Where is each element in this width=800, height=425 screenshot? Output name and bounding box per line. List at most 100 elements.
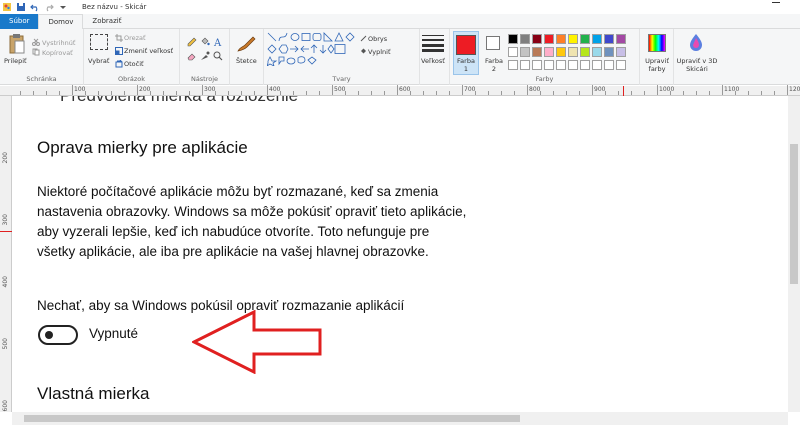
- tab-file[interactable]: Súbor: [0, 14, 39, 29]
- ruler-label: 600: [2, 400, 9, 412]
- paste-button[interactable]: Prilepiť: [4, 57, 27, 65]
- size-icon[interactable]: [422, 34, 448, 52]
- redo-icon[interactable]: [44, 2, 54, 12]
- ruler-minor-tick: [449, 91, 450, 95]
- palette-color-swatch[interactable]: [568, 34, 578, 44]
- palette-color-swatch[interactable]: [616, 34, 626, 44]
- paint3d-icon[interactable]: [688, 33, 704, 53]
- fill-bucket-icon[interactable]: [200, 37, 210, 47]
- tab-home[interactable]: Domov: [38, 14, 84, 29]
- horizontal-scrollbar[interactable]: [12, 412, 788, 425]
- select-icon[interactable]: [90, 34, 108, 50]
- ruler-minor-tick: [72, 91, 73, 95]
- rotate-button[interactable]: Otočiť: [124, 60, 144, 68]
- custom-color-slot[interactable]: [580, 60, 590, 70]
- palette-color-swatch[interactable]: [556, 47, 566, 57]
- ruler-minor-tick: [683, 91, 684, 95]
- red-arrow-annotation: [192, 310, 322, 374]
- image-group-label: Obrázok: [117, 75, 146, 83]
- custom-color-slot[interactable]: [616, 60, 626, 70]
- custom-color-slot[interactable]: [544, 60, 554, 70]
- svg-text:A: A: [213, 38, 222, 47]
- palette-color-swatch[interactable]: [544, 34, 554, 44]
- tab-view[interactable]: Zobraziť: [83, 14, 130, 29]
- ruler-label: 600: [399, 86, 411, 93]
- scissors-icon: [32, 38, 40, 46]
- resize-button[interactable]: Zmeniť veľkosť: [124, 47, 173, 55]
- custom-color-slot[interactable]: [508, 60, 518, 70]
- save-icon[interactable]: [16, 2, 26, 12]
- text-tool-icon[interactable]: A: [213, 37, 223, 47]
- size-button[interactable]: Veľkosť: [421, 57, 445, 65]
- minimize-icon[interactable]: [772, 2, 780, 3]
- color1-swatch[interactable]: [456, 35, 476, 55]
- shapes-gallery-icon[interactable]: [267, 32, 361, 66]
- ruler-minor-tick: [514, 91, 515, 95]
- palette-color-swatch[interactable]: [532, 34, 542, 44]
- ruler-minor-tick: [423, 91, 424, 95]
- paste-icon[interactable]: [8, 33, 26, 55]
- palette-color-swatch[interactable]: [532, 47, 542, 57]
- custom-color-slot[interactable]: [556, 60, 566, 70]
- custom-color-slot[interactable]: [592, 60, 602, 70]
- palette-color-swatch[interactable]: [604, 47, 614, 57]
- brushes-button[interactable]: Štetce: [236, 57, 257, 65]
- color-picker-icon[interactable]: [200, 51, 210, 61]
- ruler-cursor-marker: [623, 86, 624, 96]
- ruler-minor-tick: [735, 91, 736, 95]
- palette-color-swatch[interactable]: [580, 34, 590, 44]
- custom-color-slot[interactable]: [520, 60, 530, 70]
- undo-icon[interactable]: [30, 2, 40, 12]
- palette-color-swatch[interactable]: [556, 34, 566, 44]
- crop-button[interactable]: Orezať: [124, 34, 146, 42]
- ruler-label: 500: [334, 86, 346, 93]
- ruler-minor-tick: [280, 91, 281, 95]
- palette-color-swatch[interactable]: [592, 47, 602, 57]
- pencil-icon[interactable]: [187, 37, 197, 47]
- palette-color-swatch[interactable]: [508, 47, 518, 57]
- ruler-minor-tick: [540, 91, 541, 95]
- palette-color-swatch[interactable]: [520, 47, 530, 57]
- ruler-minor-tick: [189, 91, 190, 95]
- palette-color-swatch[interactable]: [616, 47, 626, 57]
- ruler-minor-tick: [319, 91, 320, 95]
- fix-apps-toggle[interactable]: [38, 325, 78, 345]
- ruler-label: 800: [529, 86, 541, 93]
- edit-colors-icon[interactable]: [648, 34, 666, 52]
- palette-color-swatch[interactable]: [592, 34, 602, 44]
- customize-dropdown-icon[interactable]: [58, 2, 68, 12]
- select-button[interactable]: Vybrať: [88, 57, 109, 65]
- ruler-minor-tick: [462, 91, 463, 95]
- eraser-icon[interactable]: [187, 51, 197, 61]
- custom-color-slot[interactable]: [568, 60, 578, 70]
- outline-button[interactable]: Obrys: [368, 35, 387, 43]
- cut-button[interactable]: Vystrihnúť: [42, 39, 75, 47]
- ruler-label: 300: [2, 214, 9, 226]
- brush-icon[interactable]: [235, 34, 257, 54]
- palette-color-swatch[interactable]: [580, 47, 590, 57]
- ruler-minor-tick: [644, 91, 645, 95]
- toggle-state-text: Vypnuté: [89, 326, 139, 341]
- edit-colors-button[interactable]: Upraviť farby: [642, 57, 672, 73]
- palette-color-swatch[interactable]: [568, 47, 578, 57]
- palette-color-swatch[interactable]: [544, 47, 554, 57]
- paint3d-button[interactable]: Upraviť v 3D Skicári: [676, 57, 718, 73]
- ruler-minor-tick: [774, 91, 775, 95]
- custom-color-slot[interactable]: [532, 60, 542, 70]
- magnifier-icon[interactable]: [213, 51, 223, 61]
- ruler-minor-tick: [566, 91, 567, 95]
- vertical-scroll-thumb[interactable]: [790, 144, 798, 284]
- drawing-canvas[interactable]: Predvolená mierka a rozloženie Oprava mi…: [12, 96, 788, 412]
- palette-color-swatch[interactable]: [520, 34, 530, 44]
- colors-group: Farba 1 Farba 2 Farby: [450, 29, 640, 85]
- palette-color-swatch[interactable]: [604, 34, 614, 44]
- copy-button[interactable]: Kopírovať: [42, 49, 73, 57]
- vertical-scrollbar[interactable]: [788, 96, 800, 412]
- fill-button[interactable]: Vyplniť: [368, 48, 391, 56]
- custom-color-slot[interactable]: [604, 60, 614, 70]
- paint-app-icon: [3, 3, 11, 11]
- color2-swatch[interactable]: [486, 36, 500, 50]
- ruler-minor-tick: [150, 91, 151, 95]
- palette-color-swatch[interactable]: [508, 34, 518, 44]
- horizontal-scroll-thumb[interactable]: [24, 415, 520, 422]
